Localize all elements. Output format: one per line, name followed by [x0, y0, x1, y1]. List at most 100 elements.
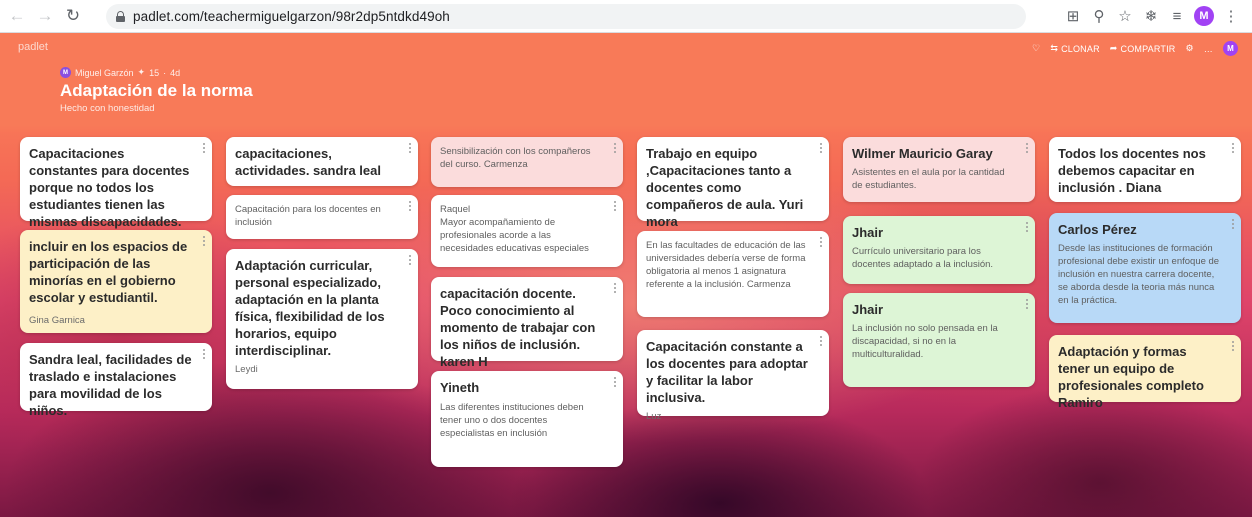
- post-body: Las diferentes instituciones deben tener…: [440, 402, 584, 439]
- post-menu-icon[interactable]: [202, 143, 206, 155]
- share-button[interactable]: ➦ COMPARTIR: [1110, 43, 1176, 54]
- wall-subtitle: Hecho con honestidad: [60, 103, 155, 114]
- post-title: capacitación docente. Poco conocimiento …: [440, 286, 596, 369]
- post-body: Asistentes en el aula por la cantidad de…: [852, 167, 1005, 191]
- extensions-puzzle-icon[interactable]: ❄: [1138, 5, 1164, 27]
- more-button[interactable]: …: [1204, 44, 1213, 54]
- points-count: 15: [149, 67, 160, 78]
- post-menu-icon[interactable]: [819, 143, 823, 155]
- post-title: Capacitación constante a los docentes pa…: [646, 339, 808, 405]
- post-card[interactable]: Adaptación y formas tener un equipo de p…: [1049, 335, 1241, 410]
- settings-gear-icon[interactable]: ⚙: [1186, 43, 1194, 54]
- post-title: Adaptación curricular, personal especial…: [235, 258, 385, 358]
- reload-icon[interactable]: ↻: [62, 5, 84, 27]
- post-body: Currículo universitario para los docente…: [852, 246, 994, 270]
- meta-separator: ·: [163, 67, 167, 78]
- post-card[interactable]: Carlos Pérez Desde las instituciones de …: [1049, 213, 1241, 323]
- clone-button[interactable]: ⇆ CLONAR: [1050, 43, 1099, 54]
- post-body: Raquel Mayor acompañamiento de profesion…: [440, 204, 589, 254]
- post-card[interactable]: Trabajo en equipo ,Capacitaciones tanto …: [637, 137, 829, 229]
- padlet-logo[interactable]: padlet: [18, 41, 48, 53]
- share-label: COMPARTIR: [1120, 43, 1176, 54]
- profile-avatar[interactable]: M: [1194, 6, 1214, 26]
- padlet-wall: padlet ♡ ⇆ CLONAR ➦ COMPARTIR ⚙ … M M Migu…: [0, 33, 1252, 517]
- post-card[interactable]: Capacitación constante a los docentes pa…: [637, 330, 829, 422]
- post-title: Capacitaciones constantes para docentes …: [29, 146, 190, 229]
- clone-icon: ⇆: [1050, 43, 1059, 53]
- post-body: Sensibilización con los compañeros del c…: [440, 146, 591, 170]
- bookmark-star-icon[interactable]: ☆: [1112, 5, 1138, 27]
- post-menu-icon[interactable]: [408, 255, 412, 267]
- wall-meta: M Miguel Garzón ✦ 15 · 4d: [60, 67, 180, 78]
- clone-label: CLONAR: [1061, 43, 1100, 54]
- post-card[interactable]: Jhair Currículo universitario para los d…: [843, 216, 1035, 284]
- post-menu-icon[interactable]: [1025, 222, 1029, 234]
- lock-icon: [116, 11, 125, 22]
- wall-age: 4d: [170, 67, 181, 78]
- post-menu-icon[interactable]: [1231, 219, 1235, 231]
- post-card[interactable]: incluir en los espacios de participación…: [20, 230, 212, 333]
- url-text[interactable]: padlet.com/teachermiguelgarzon/98r2dp5nt…: [133, 9, 450, 24]
- browser-toolbar: ← → ↻ padlet.com/teachermiguelgarzon/98r…: [0, 0, 1252, 33]
- post-author: Leydi: [235, 364, 258, 375]
- post-menu-icon[interactable]: [613, 143, 617, 155]
- post-card[interactable]: Wilmer Mauricio Garay Asistentes en el a…: [843, 137, 1035, 202]
- forward-arrow-icon[interactable]: →: [34, 5, 56, 27]
- install-app-icon[interactable]: ⊞: [1060, 5, 1086, 27]
- reading-list-icon[interactable]: ≡: [1164, 5, 1190, 27]
- post-body: En las facultades de educación de las un…: [646, 240, 806, 290]
- post-title: Jhair: [852, 225, 884, 240]
- post-title: Trabajo en equipo ,Capacitaciones tanto …: [646, 146, 804, 229]
- chrome-menu-icon[interactable]: ⋮: [1218, 5, 1244, 27]
- post-card[interactable]: Jhair La inclusión no solo pensada en la…: [843, 293, 1035, 387]
- post-title: capacitaciones, actividades. sandra leal: [235, 146, 381, 178]
- post-body: Desde las instituciones de formación pro…: [1058, 243, 1220, 306]
- post-title: incluir en los espacios de participación…: [29, 239, 188, 305]
- post-menu-icon[interactable]: [1231, 143, 1235, 155]
- post-author: Luz: [646, 411, 662, 422]
- post-title: Todos los docentes nos debemos capacitar…: [1058, 146, 1206, 195]
- post-card[interactable]: Yineth Las diferentes instituciones debe…: [431, 371, 623, 467]
- author-avatar: M: [60, 67, 71, 78]
- post-body: Capacitación para los docentes en inclus…: [235, 204, 381, 228]
- user-avatar[interactable]: M: [1223, 41, 1238, 56]
- post-menu-icon[interactable]: [408, 201, 412, 213]
- post-card[interactable]: capacitación docente. Poco conocimiento …: [431, 277, 623, 369]
- post-card[interactable]: Sandra leal, facilidades de traslado e i…: [20, 343, 212, 418]
- share-icon: ➦: [1109, 43, 1118, 53]
- post-menu-icon[interactable]: [613, 201, 617, 213]
- post-author: Gina Garnica: [29, 315, 85, 326]
- post-menu-icon[interactable]: [613, 283, 617, 295]
- post-menu-icon[interactable]: [408, 143, 412, 155]
- post-menu-icon[interactable]: [1025, 299, 1029, 311]
- post-body: La inclusión no solo pensada en la disca…: [852, 323, 998, 360]
- post-card[interactable]: capacitaciones, actividades. sandra leal: [226, 137, 418, 186]
- post-title: Adaptación y formas tener un equipo de p…: [1058, 344, 1204, 410]
- zoom-icon[interactable]: ⚲: [1086, 5, 1112, 27]
- post-menu-icon[interactable]: [1231, 341, 1235, 353]
- post-title: Yineth: [440, 380, 480, 395]
- post-card[interactable]: Todos los docentes nos debemos capacitar…: [1049, 137, 1241, 202]
- back-arrow-icon[interactable]: ←: [6, 5, 28, 27]
- post-title: Wilmer Mauricio Garay: [852, 146, 993, 161]
- post-card[interactable]: Adaptación curricular, personal especial…: [226, 249, 418, 389]
- wall-title: Adaptación de la norma: [60, 81, 253, 100]
- heart-icon[interactable]: ♡: [1032, 43, 1040, 54]
- post-title: Sandra leal, facilidades de traslado e i…: [29, 352, 192, 418]
- author-name[interactable]: Miguel Garzón: [75, 68, 134, 78]
- address-bar[interactable]: padlet.com/teachermiguelgarzon/98r2dp5nt…: [106, 4, 1026, 29]
- post-menu-icon[interactable]: [202, 349, 206, 361]
- wall-actions: ♡ ⇆ CLONAR ➦ COMPARTIR ⚙ … M: [1032, 41, 1238, 56]
- post-card[interactable]: En las facultades de educación de las un…: [637, 231, 829, 317]
- post-menu-icon[interactable]: [819, 336, 823, 348]
- post-card[interactable]: Capacitación para los docentes en inclus…: [226, 195, 418, 239]
- post-title: Carlos Pérez: [1058, 222, 1137, 237]
- post-menu-icon[interactable]: [202, 236, 206, 248]
- points-star-icon: ✦: [137, 67, 146, 77]
- post-card[interactable]: Capacitaciones constantes para docentes …: [20, 137, 212, 229]
- post-card[interactable]: Raquel Mayor acompañamiento de profesion…: [431, 195, 623, 267]
- post-card[interactable]: Sensibilización con los compañeros del c…: [431, 137, 623, 187]
- post-menu-icon[interactable]: [819, 237, 823, 249]
- post-menu-icon[interactable]: [1025, 143, 1029, 155]
- post-menu-icon[interactable]: [613, 377, 617, 389]
